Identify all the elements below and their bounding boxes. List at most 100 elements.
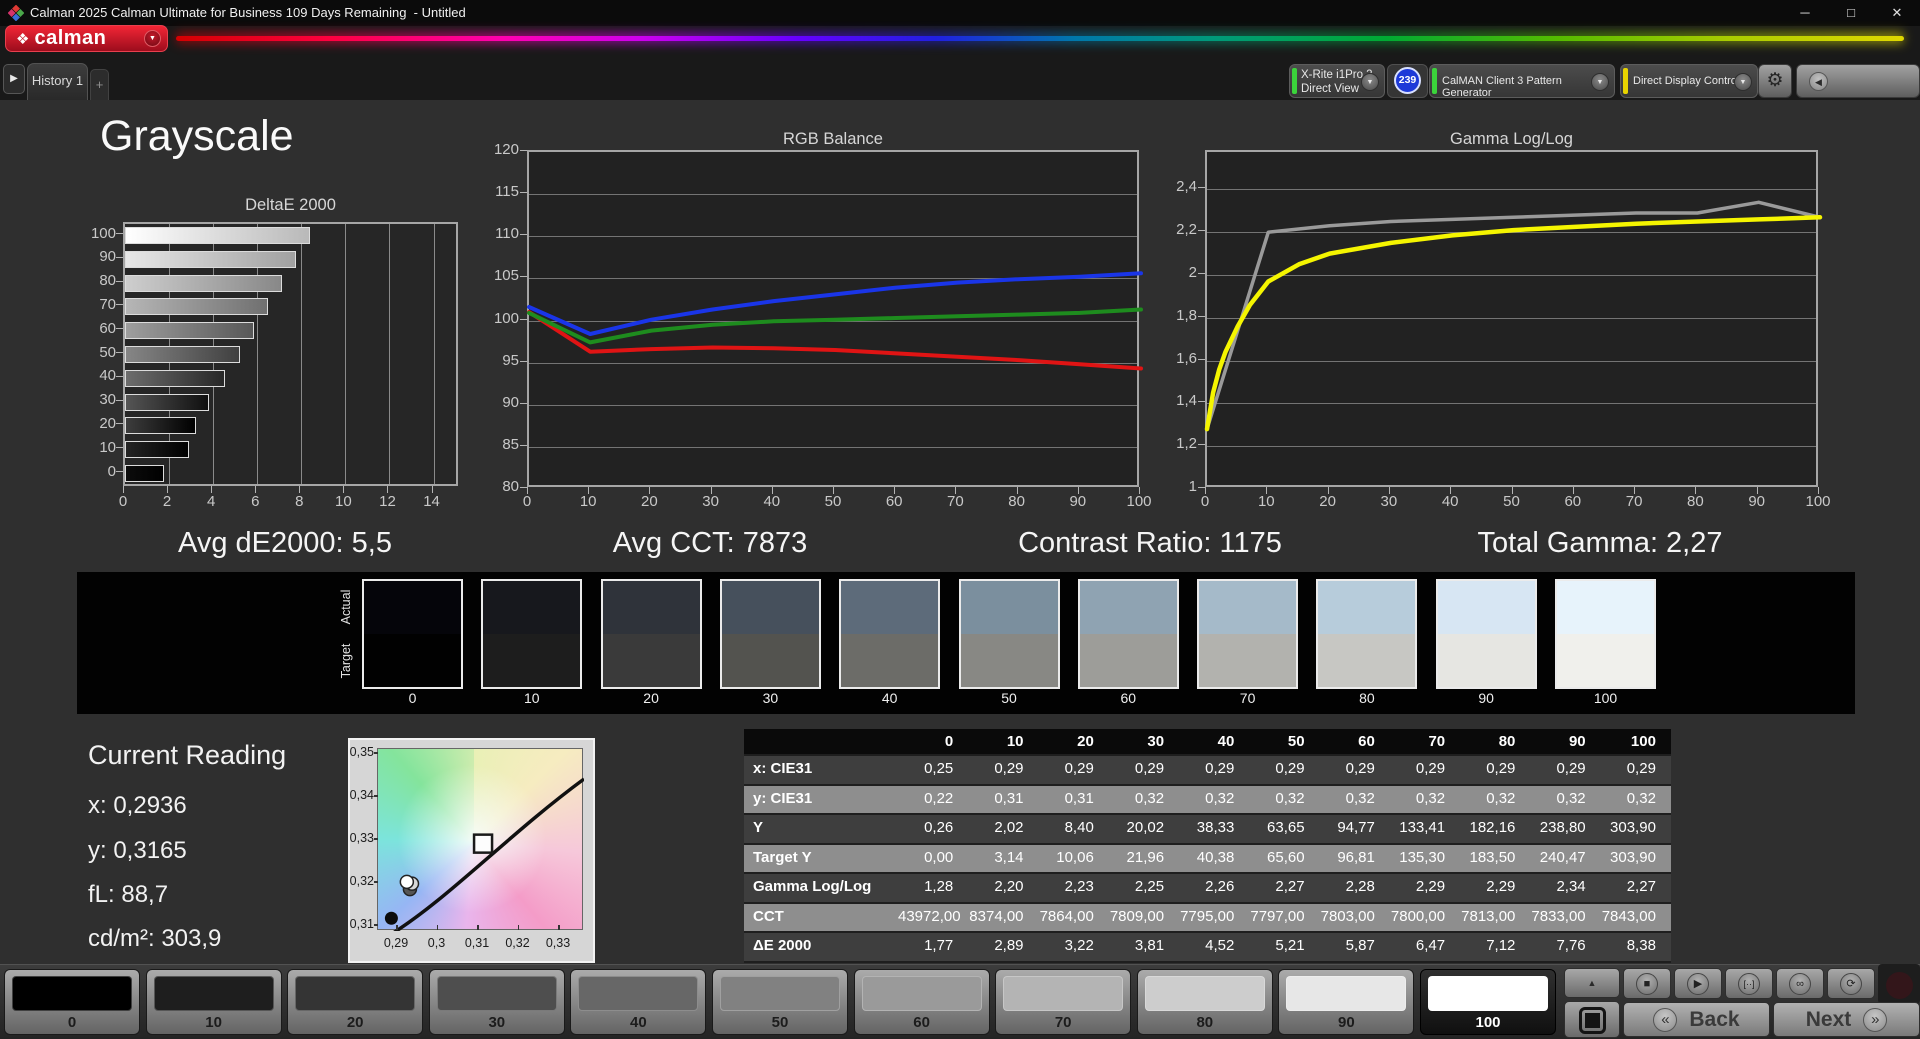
- table-cell[interactable]: 1,28: [898, 874, 968, 902]
- table-cell[interactable]: 40,38: [1179, 845, 1249, 873]
- pattern-button-100[interactable]: 100: [1420, 969, 1556, 1035]
- table-cell[interactable]: 7864,00: [1039, 904, 1109, 932]
- loop-button[interactable]: ⟳: [1827, 968, 1875, 999]
- table-cell[interactable]: 0,22: [898, 786, 968, 814]
- table-cell[interactable]: 3,22: [1039, 933, 1109, 961]
- table-cell[interactable]: 303,90: [1601, 815, 1671, 843]
- table-cell[interactable]: 43972,00: [898, 904, 968, 932]
- pattern-button-70[interactable]: 70: [995, 969, 1132, 1035]
- play-button[interactable]: ▶: [1674, 968, 1722, 999]
- tab-history-1[interactable]: History 1: [27, 63, 88, 100]
- pattern-button-60[interactable]: 60: [853, 969, 990, 1035]
- table-cell[interactable]: 0,29: [1460, 756, 1530, 784]
- table-cell[interactable]: 0,29: [1109, 756, 1179, 784]
- add-tab-button[interactable]: +: [90, 69, 109, 100]
- pattern-button-0[interactable]: 0: [4, 969, 140, 1035]
- table-cell[interactable]: 133,41: [1390, 815, 1460, 843]
- table-cell[interactable]: 2,34: [1530, 874, 1600, 902]
- history-panel-button[interactable]: ▶: [3, 64, 25, 94]
- table-cell[interactable]: 7833,00: [1530, 904, 1600, 932]
- table-cell[interactable]: 2,27: [1249, 874, 1319, 902]
- table-cell[interactable]: 6,47: [1390, 933, 1460, 961]
- table-cell[interactable]: 0,00: [898, 845, 968, 873]
- table-cell[interactable]: 2,25: [1109, 874, 1179, 902]
- close-button[interactable]: ✕: [1874, 0, 1920, 26]
- table-cell[interactable]: 0,29: [1530, 756, 1600, 784]
- table-cell[interactable]: 0,32: [1460, 786, 1530, 814]
- table-cell[interactable]: 3,14: [968, 845, 1038, 873]
- continuous-button[interactable]: ∞: [1776, 968, 1824, 999]
- table-cell[interactable]: 4,52: [1179, 933, 1249, 961]
- table-cell[interactable]: 135,30: [1390, 845, 1460, 873]
- table-cell[interactable]: 0,25: [898, 756, 968, 784]
- table-cell[interactable]: 7,76: [1530, 933, 1600, 961]
- table-cell[interactable]: 0,32: [1390, 786, 1460, 814]
- table-cell[interactable]: 0,26: [898, 815, 968, 843]
- maximize-button[interactable]: □: [1828, 0, 1874, 26]
- pattern-generator-dropdown[interactable]: CalMAN Client 3 Pattern Generator ▼: [1429, 64, 1615, 99]
- collapse-panel-button[interactable]: ◀: [1796, 64, 1920, 98]
- table-cell[interactable]: 2,28: [1320, 874, 1390, 902]
- table-cell[interactable]: 5,87: [1320, 933, 1390, 961]
- table-cell[interactable]: 0,29: [1601, 756, 1671, 784]
- table-cell[interactable]: 2,02: [968, 815, 1038, 843]
- table-cell[interactable]: 2,29: [1390, 874, 1460, 902]
- table-cell[interactable]: 7,12: [1460, 933, 1530, 961]
- table-cell[interactable]: 7813,00: [1460, 904, 1530, 932]
- table-cell[interactable]: 0,32: [1249, 786, 1319, 814]
- table-cell[interactable]: 2,23: [1039, 874, 1109, 902]
- table-cell[interactable]: 96,81: [1320, 845, 1390, 873]
- table-cell[interactable]: 3,81: [1109, 933, 1179, 961]
- table-cell[interactable]: 8374,00: [968, 904, 1038, 932]
- meter-dropdown[interactable]: X-Rite i1Pro 2 Direct View ▼: [1289, 64, 1385, 98]
- pattern-button-30[interactable]: 30: [428, 969, 565, 1035]
- table-cell[interactable]: 5,21: [1249, 933, 1319, 961]
- table-cell[interactable]: 2,29: [1460, 874, 1530, 902]
- table-cell[interactable]: 0,29: [1039, 756, 1109, 784]
- pattern-window-expand-button[interactable]: ▲: [1564, 968, 1620, 998]
- table-cell[interactable]: 0,31: [1039, 786, 1109, 814]
- table-cell[interactable]: 7803,00: [1320, 904, 1390, 932]
- table-cell[interactable]: 10,06: [1039, 845, 1109, 873]
- table-cell[interactable]: 0,29: [1390, 756, 1460, 784]
- table-cell[interactable]: 0,32: [1179, 786, 1249, 814]
- table-cell[interactable]: 0,32: [1530, 786, 1600, 814]
- table-cell[interactable]: 65,60: [1249, 845, 1319, 873]
- table-cell[interactable]: 8,38: [1601, 933, 1671, 961]
- table-cell[interactable]: 0,29: [1320, 756, 1390, 784]
- table-cell[interactable]: 7809,00: [1109, 904, 1179, 932]
- meter-count-badge[interactable]: 239: [1394, 67, 1421, 94]
- table-cell[interactable]: 183,50: [1460, 845, 1530, 873]
- pattern-button-20[interactable]: 20: [287, 969, 424, 1035]
- table-cell[interactable]: 0,29: [968, 756, 1038, 784]
- table-cell[interactable]: 303,90: [1601, 845, 1671, 873]
- minimize-button[interactable]: ─: [1782, 0, 1828, 26]
- table-cell[interactable]: 63,65: [1249, 815, 1319, 843]
- back-button[interactable]: « Back: [1623, 1002, 1770, 1037]
- pattern-button-40[interactable]: 40: [570, 969, 707, 1035]
- table-cell[interactable]: 238,80: [1530, 815, 1600, 843]
- table-cell[interactable]: 7795,00: [1179, 904, 1249, 932]
- pattern-button-90[interactable]: 90: [1278, 969, 1415, 1035]
- pattern-window-button[interactable]: [1564, 1001, 1620, 1038]
- table-cell[interactable]: 240,47: [1530, 845, 1600, 873]
- display-control-dropdown[interactable]: Direct Display Control ▼: [1620, 64, 1758, 98]
- pattern-button-50[interactable]: 50: [712, 969, 848, 1035]
- table-cell[interactable]: 2,26: [1179, 874, 1249, 902]
- calman-menu-button[interactable]: ❖ calman ▼: [5, 25, 168, 52]
- next-button[interactable]: Next »: [1773, 1002, 1920, 1037]
- table-cell[interactable]: 7797,00: [1249, 904, 1319, 932]
- table-cell[interactable]: 94,77: [1320, 815, 1390, 843]
- table-cell[interactable]: 0,32: [1109, 786, 1179, 814]
- table-cell[interactable]: 0,29: [1179, 756, 1249, 784]
- settings-button[interactable]: ⚙: [1758, 64, 1792, 98]
- table-cell[interactable]: 7800,00: [1390, 904, 1460, 932]
- table-cell[interactable]: 0,31: [968, 786, 1038, 814]
- table-cell[interactable]: 182,16: [1460, 815, 1530, 843]
- pattern-button-80[interactable]: 80: [1136, 969, 1273, 1035]
- table-cell[interactable]: 2,27: [1601, 874, 1671, 902]
- measure-button[interactable]: [··]: [1725, 968, 1773, 999]
- table-cell[interactable]: 0,32: [1601, 786, 1671, 814]
- table-cell[interactable]: 7843,00: [1601, 904, 1671, 932]
- table-cell[interactable]: 20,02: [1109, 815, 1179, 843]
